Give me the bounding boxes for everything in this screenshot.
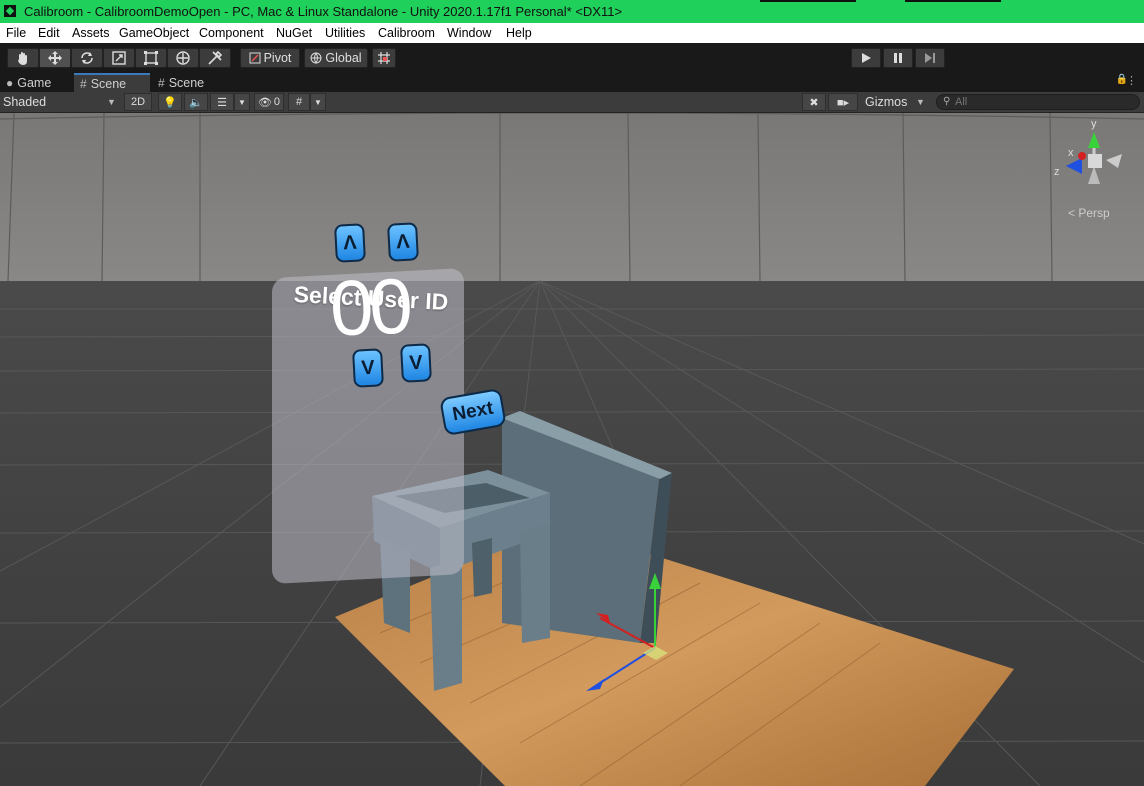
tab-scene[interactable]: # Scene [74,73,150,92]
wrench-icon: ✖ [809,96,819,109]
unity-logo-icon [4,5,16,17]
menu-help[interactable]: Help [506,26,532,40]
grid-dropdown[interactable]: ▼ [310,93,326,111]
menu-gameobject[interactable]: GameObject [119,26,189,40]
grid-snap-icon [378,52,390,64]
view-tab-row: ● Game # Scene # Scene 🔒 ⋮ [0,71,1144,92]
chevron-down-icon[interactable]: ▼ [107,97,116,107]
custom-tool-icon [208,50,223,65]
user-id-display: 00 [328,261,411,353]
increment-ones-button[interactable]: Λ [387,222,419,262]
gizmos-dropdown[interactable]: Gizmos [865,95,907,109]
tools-button[interactable]: ✖ [802,93,826,111]
lighting-toggle-button[interactable]: 💡 [158,93,182,111]
window-title: Calibroom - CalibroomDemoOpen - PC, Mac … [24,4,623,19]
scene-viewport[interactable]: Select User ID Λ Λ 00 V V Next y x z < P… [0,113,1144,786]
effects-dropdown[interactable]: ▼ [234,93,250,111]
globe-icon [310,52,322,64]
global-toggle-button[interactable]: Global [304,48,368,68]
chevron-down-icon[interactable]: ▼ [916,97,925,107]
hand-icon [18,52,27,65]
global-label: Global [325,51,362,65]
rotate-tool-button[interactable] [71,48,103,68]
play-icon [862,53,871,63]
move-tool-button[interactable] [39,48,71,68]
window-titlebar: Calibroom - CalibroomDemoOpen - PC, Mac … [0,0,1144,23]
camera-icon: ■▸ [836,96,850,109]
tab-scene-2[interactable]: # Scene [152,73,210,92]
tab-game[interactable]: ● Game [0,73,57,92]
menu-utilities[interactable]: Utilities [325,26,365,40]
menu-calibroom[interactable]: Calibroom [378,26,435,40]
pivot-label: Pivot [263,51,292,65]
axis-z-label: z [1054,166,1060,178]
menu-file[interactable]: File [6,26,26,40]
layers-icon: ☰ [217,96,227,109]
hand-tool-button[interactable] [7,48,39,68]
more-options-icon[interactable]: ⋮ [1126,74,1138,87]
scene-orientation-gizmo[interactable]: y x z [1054,118,1140,198]
camera-button[interactable]: ■▸ [828,93,858,111]
menu-bar: File Edit Assets GameObject Component Nu… [0,23,1144,43]
grid-icon: # [295,96,303,108]
scene-search[interactable]: ⚲ [936,94,1140,110]
search-input[interactable] [955,95,1125,109]
hidden-count: 0 [273,96,281,108]
grid-icon: # [158,75,165,90]
menu-nuget[interactable]: NuGet [276,26,312,40]
scale-icon [112,51,126,65]
pivot-icon [249,52,261,64]
main-toolbar: Pivot Global [0,43,1144,71]
increment-tens-button[interactable]: Λ [334,223,366,263]
audio-toggle-button[interactable]: 🔈 [184,93,208,111]
effects-toggle-button[interactable]: ☰ [210,93,234,111]
step-icon [925,53,935,63]
pivot-toggle-button[interactable]: Pivot [240,48,300,68]
move-icon [48,51,62,65]
chevron-down-icon: ▼ [314,97,322,107]
2d-toggle-button[interactable]: 2D [124,93,152,111]
transform-icon [176,51,190,65]
transform-tool-button[interactable] [167,48,199,68]
titlebar-decoration [905,0,1001,2]
draw-mode-dropdown[interactable]: Shaded [3,95,46,109]
chevron-down-icon: ▼ [238,97,246,107]
projection-toggle[interactable]: < Persp [1068,206,1110,220]
search-icon: ⚲ [943,96,951,107]
rotate-icon [81,52,93,64]
menu-edit[interactable]: Edit [38,26,60,40]
titlebar-decoration [760,0,856,2]
decrement-tens-button[interactable]: V [352,348,384,388]
rect-tool-button[interactable] [135,48,167,68]
pause-button[interactable] [883,48,913,68]
menu-window[interactable]: Window [447,26,491,40]
hidden-objects-toggle[interactable]: 👁 0 [254,93,284,111]
tab-scene-label: Scene [90,76,127,91]
gamepad-icon: ● [6,75,14,90]
grid-icon: # [80,76,87,91]
grid-toggle-button[interactable]: # [288,93,310,111]
pause-icon [894,53,902,63]
tab-scene-2-label: Scene [168,75,205,90]
scale-tool-button[interactable] [103,48,135,68]
play-button[interactable] [851,48,881,68]
custom-tool-button[interactable] [199,48,231,68]
scene-canvas [0,113,1144,786]
lightbulb-icon: 💡 [163,96,177,109]
decrement-ones-button[interactable]: V [400,343,432,383]
eye-slash-icon: 👁 [257,96,272,109]
menu-assets[interactable]: Assets [72,26,110,40]
speaker-icon: 🔈 [189,96,203,109]
axis-x-label: x [1068,147,1074,159]
step-button[interactable] [915,48,945,68]
axis-y-label: y [1091,118,1097,130]
tab-game-label: Game [17,75,52,90]
grid-snap-button[interactable] [372,48,396,68]
menu-component[interactable]: Component [199,26,264,40]
scene-toolbar: Shaded ▼ 2D 💡 🔈 ☰ ▼ 👁 0 # ▼ ✖ ■▸ Gizmos … [0,92,1144,113]
rect-icon [144,51,158,65]
